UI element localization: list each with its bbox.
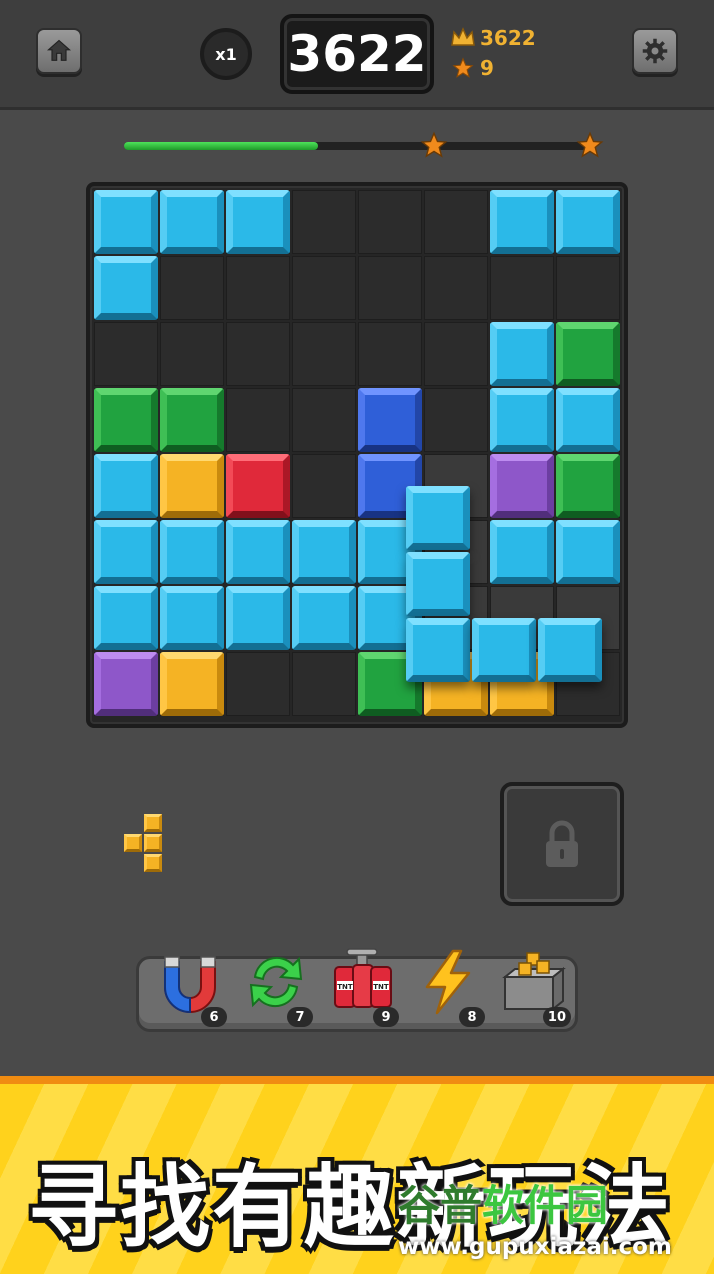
board-cell[interactable] [226,256,290,320]
board-cell[interactable] [226,322,290,386]
milestone-star-icon [420,131,448,158]
watermark-brand-b: 软件园 [482,1181,609,1230]
yellow-block [160,454,224,518]
red-block [226,454,290,518]
best-score-value: 3622 [480,26,536,50]
green-block [94,388,158,452]
tnt-powerup[interactable]: TNT TNT 9 [321,947,401,1029]
next-piece-block [144,834,162,852]
refresh-count: 7 [287,1007,313,1027]
board-cell[interactable] [226,652,290,716]
cyan-block [226,190,290,254]
board-cell[interactable] [490,256,554,320]
lock-icon [546,820,578,867]
cyan-block [490,388,554,452]
cyan-block [94,586,158,650]
next-piece-block [144,854,162,872]
dragging-piece-block [538,618,602,682]
cyan-block [490,190,554,254]
lightning-powerup[interactable]: 8 [407,947,487,1029]
svg-text:TNT: TNT [337,983,353,991]
dragging-piece-block [406,486,470,550]
board-cell[interactable] [424,322,488,386]
next-piece-block [124,834,142,852]
magnet-powerup[interactable]: 6 [149,947,229,1029]
dragging-piece-block [406,618,470,682]
cyan-block [292,586,356,650]
dragging-piece-block [472,618,536,682]
board-cell[interactable] [292,322,356,386]
watermark-brand-a: 谷普 [398,1181,483,1230]
top-bar: x1 3622 3622 9 [0,0,714,110]
board-cell[interactable] [556,256,620,320]
purple-block [490,454,554,518]
board-cell[interactable] [292,454,356,518]
next-piece-block [144,814,162,832]
cyan-block [556,388,620,452]
svg-text:TNT: TNT [373,983,389,991]
board-cell[interactable] [358,322,422,386]
score-display: 3622 [280,14,434,94]
star-icon [452,57,474,78]
level-progress-bar [124,131,604,158]
cyan-block [94,520,158,584]
board-cell[interactable] [292,652,356,716]
stars-count: 9 [452,56,494,80]
board-cell[interactable] [292,256,356,320]
block-box-powerup[interactable]: 10 [493,947,573,1029]
green-block [556,322,620,386]
board-cell[interactable] [226,388,290,452]
refresh-powerup[interactable]: 7 [235,947,315,1029]
multiplier-badge: x1 [200,28,252,80]
gear-icon [642,38,668,64]
board-cell[interactable] [160,256,224,320]
progress-fill [124,142,318,150]
cyan-block [292,520,356,584]
watermark-url: www.gupuxiazai.com [398,1234,672,1260]
board-cell[interactable] [94,322,158,386]
board-cell[interactable] [292,190,356,254]
cyan-block [160,190,224,254]
cyan-block [160,520,224,584]
board-cell[interactable] [358,256,422,320]
home-button[interactable] [36,28,82,74]
watermark-brand: 谷普软件园 [398,1172,608,1233]
tnt-count: 9 [373,1007,399,1027]
block-box-count: 10 [542,1007,571,1027]
best-score: 3622 [450,26,536,50]
home-icon [46,39,72,61]
purple-block [94,652,158,716]
board-cell[interactable] [292,388,356,452]
board-cell[interactable] [424,256,488,320]
board-cell[interactable] [358,190,422,254]
cyan-block [94,454,158,518]
crown-icon [451,27,475,46]
locked-slot[interactable] [500,782,624,906]
cyan-block [94,190,158,254]
green-block [160,388,224,452]
settings-button[interactable] [632,28,678,74]
board-cell[interactable] [160,322,224,386]
cyan-block [160,586,224,650]
powerup-toolbar: 6 7 TNT TNT 9 8 10 [136,948,578,1032]
milestone-star-icon [576,131,604,158]
cyan-block [556,520,620,584]
board-cell[interactable] [424,388,488,452]
lightning-count: 8 [459,1007,485,1027]
yellow-block [160,652,224,716]
cyan-block [490,520,554,584]
cyan-block [556,190,620,254]
dragging-piece-block [406,552,470,616]
cyan-block [226,520,290,584]
blue-block [358,388,422,452]
board-cell[interactable] [424,190,488,254]
cyan-block [226,586,290,650]
cyan-block [94,256,158,320]
stars-count-value: 9 [480,56,494,80]
green-block [556,454,620,518]
cyan-block [490,322,554,386]
magnet-count: 6 [201,1007,227,1027]
